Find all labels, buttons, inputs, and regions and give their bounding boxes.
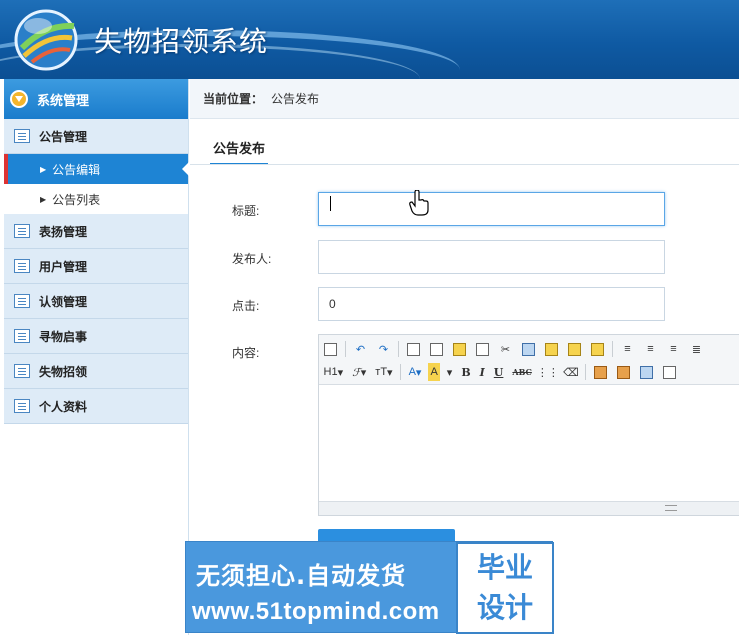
app-title: 失物招领系统 [94,25,269,58]
caret-right-icon: ▶ [40,164,47,174]
rich-text-editor: ↶ ↷ ✂ ≡ ≡ ≡ ≣ H1 ▾ ℱ ▾ тT ▾ A ▾ A ▾ B I … [318,334,739,516]
publisher-input[interactable] [318,240,665,274]
source-code-icon[interactable] [322,340,340,358]
underline-button[interactable]: U [492,363,506,381]
sidebar-item-claims[interactable]: 认领管理 [4,284,188,319]
sidebar-item-label: 失物招领 [39,364,88,379]
align-left-icon[interactable]: ≡ [619,340,637,358]
paste-icon[interactable] [543,340,561,358]
insert-media-icon[interactable] [661,363,679,381]
sidebar-subitem-announcement-list[interactable]: ▶ 公告列表 [4,184,188,214]
sidebar-item-lost-notices[interactable]: 寻物启事 [4,319,188,354]
insert-flash-icon[interactable] [638,363,656,381]
heading-dropdown[interactable]: H1 ▾ [322,363,346,381]
clicks-label: 点击: [232,299,260,313]
title-input[interactable] [318,192,665,226]
content-label: 内容: [232,346,260,360]
banner-badge: 毕业 设计 [456,542,554,634]
sidebar-item-found-items[interactable]: 失物招领 [4,354,188,389]
align-justify-icon[interactable]: ≣ [688,340,706,358]
list-icon [14,259,30,273]
toolbar-separator [612,341,613,357]
toolbar-separator [345,341,346,357]
breadcrumb-current: 公告发布 [271,92,320,106]
breadcrumb: 当前位置： 公告发布 [190,79,739,119]
italic-button[interactable]: I [478,363,487,381]
list-icon [14,364,30,378]
list-icon [14,329,30,343]
clicks-input[interactable] [318,287,665,321]
banner-url: www.51topmind.com [192,598,440,625]
sidebar: 系统管理 公告管理 ▶ 公告编辑 ▶ 公告列表 表扬管理 用户管理 认领管理 寻… [4,79,189,635]
list-icon [14,224,30,238]
banner-slogan: 无须担心.自动发货 [196,562,407,590]
font-color-button[interactable]: A ▾ [407,363,424,381]
paste-word-icon[interactable] [589,340,607,358]
sidebar-system-management[interactable]: 系统管理 [4,79,188,119]
banner-badge-line1: 毕业 [476,551,533,584]
sidebar-item-announcement[interactable]: 公告管理 [4,119,188,154]
editor-content-area[interactable] [319,385,739,501]
publisher-label: 发布人: [232,252,272,266]
sidebar-item-label: 表扬管理 [39,224,88,239]
toolbar-separator [398,341,399,357]
resize-grip-icon[interactable] [665,505,677,511]
sidebar-item-label: 寻物启事 [39,329,88,344]
editor-resize-bar[interactable] [319,501,739,515]
chevron-down-icon [10,90,28,108]
sidebar-item-praise[interactable]: 表扬管理 [4,214,188,249]
eraser-icon[interactable]: ⌫ [562,363,580,381]
insert-multi-image-icon[interactable] [615,363,633,381]
sidebar-top-label: 系统管理 [37,92,90,108]
print-icon[interactable] [428,340,446,358]
sidebar-item-label: 认领管理 [39,294,88,309]
sidebar-subitem-label: 公告列表 [52,192,101,207]
align-center-icon[interactable]: ≡ [642,340,660,358]
globe-logo-icon [14,9,78,71]
sidebar-item-label: 公告管理 [39,129,88,144]
tab-announcement-publish[interactable]: 公告发布 [210,138,269,165]
sidebar-item-label: 用户管理 [39,259,88,274]
list-icon [14,129,30,143]
highlight-dropdown-icon[interactable]: ▾ [445,363,455,381]
template-icon[interactable] [451,340,469,358]
app-header: 失物招领系统 [0,0,739,79]
toolbar-separator [400,364,402,380]
strikethrough-button[interactable]: ABC [510,363,533,381]
code-icon[interactable] [474,340,492,358]
watermark-banner: 无须担心.自动发货 www.51topmind.com 毕业 设计 [185,541,554,634]
title-label: 标题: [232,204,260,218]
sidebar-item-label: 个人资料 [39,399,88,414]
align-right-icon[interactable]: ≡ [665,340,683,358]
text-caret [330,196,331,211]
undo-icon[interactable]: ↶ [352,340,370,358]
font-size-dropdown[interactable]: тT ▾ [373,363,394,381]
list-icon [14,294,30,308]
redo-icon[interactable]: ↷ [375,340,393,358]
hand-cursor-icon [409,190,429,216]
copy-icon[interactable] [520,340,538,358]
sidebar-item-profile[interactable]: 个人资料 [4,389,188,424]
sidebar-item-users[interactable]: 用户管理 [4,249,188,284]
highlight-color-button[interactable]: A [428,363,440,381]
banner-badge-line2: 设计 [476,591,533,624]
preview-icon[interactable] [405,340,423,358]
sidebar-subitem-label: 公告编辑 [52,162,101,177]
sidebar-subitem-announcement-edit[interactable]: ▶ 公告编辑 [4,154,189,184]
line-height-icon[interactable]: ⋮⋮ [537,363,559,381]
toolbar-separator [585,364,587,380]
caret-right-icon: ▶ [40,194,47,204]
breadcrumb-label: 当前位置： [203,92,264,106]
insert-image-icon[interactable] [592,363,610,381]
font-family-dropdown[interactable]: ℱ ▾ [350,363,368,381]
bold-button[interactable]: B [459,363,472,381]
paste-text-icon[interactable] [566,340,584,358]
editor-toolbar: ↶ ↷ ✂ ≡ ≡ ≡ ≣ H1 ▾ ℱ ▾ тT ▾ A ▾ A ▾ B I … [319,335,739,385]
cut-icon[interactable]: ✂ [497,340,515,358]
list-icon [14,399,30,413]
tab-divider [190,164,739,165]
